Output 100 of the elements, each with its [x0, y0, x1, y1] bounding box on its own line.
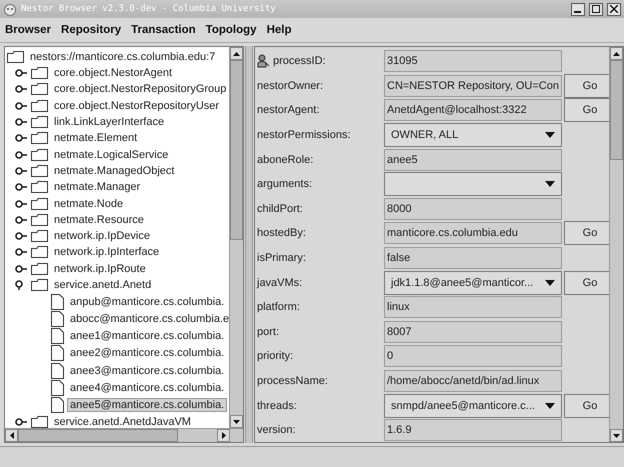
tree-item[interactable]: network.ip.IpInterface: [51, 245, 162, 260]
property-field[interactable]: 31095: [384, 50, 562, 72]
scrollbar[interactable]: [5, 428, 243, 442]
tree-item[interactable]: netmate.Manager: [51, 180, 144, 194]
tree-item[interactable]: core.object.NestorAgent: [51, 66, 176, 80]
dropdown-arrow-icon: [545, 181, 555, 188]
property-field[interactable]: anee5: [384, 148, 562, 171]
tree-item[interactable]: service.anetd.Anetd: [51, 278, 154, 292]
file-icon: [51, 294, 64, 310]
property-label: platform:: [257, 301, 300, 314]
folder-icon: [31, 198, 48, 210]
dropdown[interactable]: snmpd/anee5@manticore.c...: [384, 394, 562, 418]
expand-handle-icon[interactable]: [15, 117, 28, 128]
property-label: processName:: [257, 375, 328, 388]
scrollbar[interactable]: [609, 47, 623, 442]
tree-item[interactable]: netmate.Resource: [51, 212, 147, 227]
tree-item[interactable]: service.anetd.AnetdJavaVM: [51, 414, 194, 428]
folder-icon: [31, 230, 48, 242]
property-field[interactable]: 1.6.9: [384, 419, 562, 442]
expand-handle-icon[interactable]: [15, 214, 28, 225]
expand-handle-icon[interactable]: [15, 100, 28, 111]
close-button[interactable]: [607, 2, 621, 16]
tree-item[interactable]: link.LinkLayerInterface: [51, 115, 168, 130]
property-field[interactable]: linux: [384, 296, 562, 318]
tree-item[interactable]: netmate.Element: [51, 131, 140, 146]
folder-icon: [31, 67, 48, 80]
app-icon: [3, 2, 17, 16]
tree-item[interactable]: anee3@manticore.cs.columbia.: [67, 364, 228, 378]
go-button[interactable]: Go: [564, 98, 609, 122]
dropdown[interactable]: OWNER, ALL: [384, 123, 562, 148]
expand-handle-icon[interactable]: [15, 166, 28, 176]
expand-handle-icon[interactable]: [15, 68, 28, 78]
property-field[interactable]: AnetdAgent@localhost:3322: [384, 99, 562, 122]
tree-item[interactable]: netmate.LogicalService: [51, 148, 172, 162]
expand-handle-icon[interactable]: [15, 150, 28, 160]
folder-icon: [31, 181, 48, 194]
maximize-button[interactable]: [589, 2, 603, 16]
menu-item[interactable]: Topology: [206, 24, 257, 36]
expand-handle-icon[interactable]: [15, 264, 28, 274]
dropdown-arrow-icon: [545, 280, 555, 286]
property-label: port:: [257, 326, 280, 338]
scrollbar[interactable]: [229, 47, 243, 428]
go-button[interactable]: Go: [564, 394, 609, 418]
tree-item[interactable]: network.ip.IpDevice: [51, 229, 153, 244]
file-icon: [51, 362, 64, 378]
folder-icon: [31, 132, 48, 144]
expand-handle-icon[interactable]: [15, 198, 28, 209]
tree-item[interactable]: netmate.Node: [51, 196, 126, 211]
scroll-down-icon: [613, 434, 620, 438]
tree-item[interactable]: netmate.ManagedObject: [51, 164, 178, 178]
property-field[interactable]: false: [384, 247, 562, 270]
expand-handle-icon[interactable]: [15, 84, 28, 94]
menu-item[interactable]: Browser: [5, 24, 52, 36]
expand-handle-icon[interactable]: [15, 182, 28, 192]
dropdown[interactable]: [384, 172, 562, 196]
go-button[interactable]: Go: [564, 270, 609, 295]
property-field[interactable]: CN=NESTOR Repository, OU=Con: [384, 74, 562, 97]
tree-item[interactable]: abocc@manticore.cs.columbia.e: [67, 312, 229, 326]
menu-item[interactable]: Transaction: [131, 24, 196, 36]
tree-item[interactable]: anee4@manticore.cs.columbia.: [67, 380, 228, 395]
expand-handle-icon[interactable]: [15, 247, 28, 258]
menu-item[interactable]: Help: [266, 24, 292, 36]
property-label: childPort:: [257, 202, 303, 215]
property-field[interactable]: manticore.cs.columbia.edu: [384, 222, 562, 244]
scroll-down-icon: [233, 420, 240, 424]
tree-item[interactable]: network.ip.IpRoute: [51, 262, 149, 276]
property-label: isPrimary:: [257, 252, 306, 264]
property-label: nestorOwner:: [257, 80, 324, 92]
tree-item[interactable]: nestors://manticore.cs.columbia.edu:7: [27, 50, 218, 64]
menu-item[interactable]: Repository: [61, 24, 122, 36]
go-button[interactable]: Go: [564, 221, 609, 246]
scroll-thumb[interactable]: [610, 60, 623, 160]
scroll-up-icon: [233, 52, 240, 56]
folder-icon: [7, 50, 24, 62]
dropdown[interactable]: jdk1.1.8@anee5@manticor...: [384, 270, 562, 295]
property-field[interactable]: 8000: [384, 198, 562, 220]
expand-handle-icon[interactable]: [15, 231, 28, 242]
dropdown-arrow-icon: [545, 402, 555, 409]
file-icon: [51, 396, 64, 413]
property-field[interactable]: 0: [384, 345, 562, 368]
scroll-thumb[interactable]: [230, 60, 243, 240]
scroll-thumb[interactable]: [18, 429, 178, 442]
folder-icon: [31, 116, 48, 128]
property-label: javaVMs:: [257, 276, 302, 289]
property-field[interactable]: 8007: [384, 320, 562, 343]
expand-handle-icon[interactable]: [15, 133, 28, 144]
folder-icon: [31, 100, 48, 112]
tree-item[interactable]: core.object.NestorRepositoryUser: [51, 98, 222, 113]
go-button[interactable]: Go: [564, 74, 609, 98]
tree-item[interactable]: anee1@manticore.cs.columbia.: [67, 329, 228, 344]
expand-handle-icon[interactable]: [15, 416, 28, 427]
tree-item[interactable]: anee2@manticore.cs.columbia.: [67, 346, 228, 360]
tree-item[interactable]: core.object.NestorRepositoryGroup: [51, 82, 229, 96]
close-icon: [610, 5, 618, 13]
minimize-button[interactable]: [571, 2, 585, 16]
tree-item[interactable]: anee5@manticore.cs.columbia.: [67, 398, 228, 412]
tree-item[interactable]: anpub@manticore.cs.columbia.: [67, 294, 228, 309]
property-field[interactable]: /home/abocc/anetd/bin/ad.linux: [384, 370, 562, 392]
property-label: version:: [257, 424, 296, 436]
folder-icon: [31, 164, 48, 177]
